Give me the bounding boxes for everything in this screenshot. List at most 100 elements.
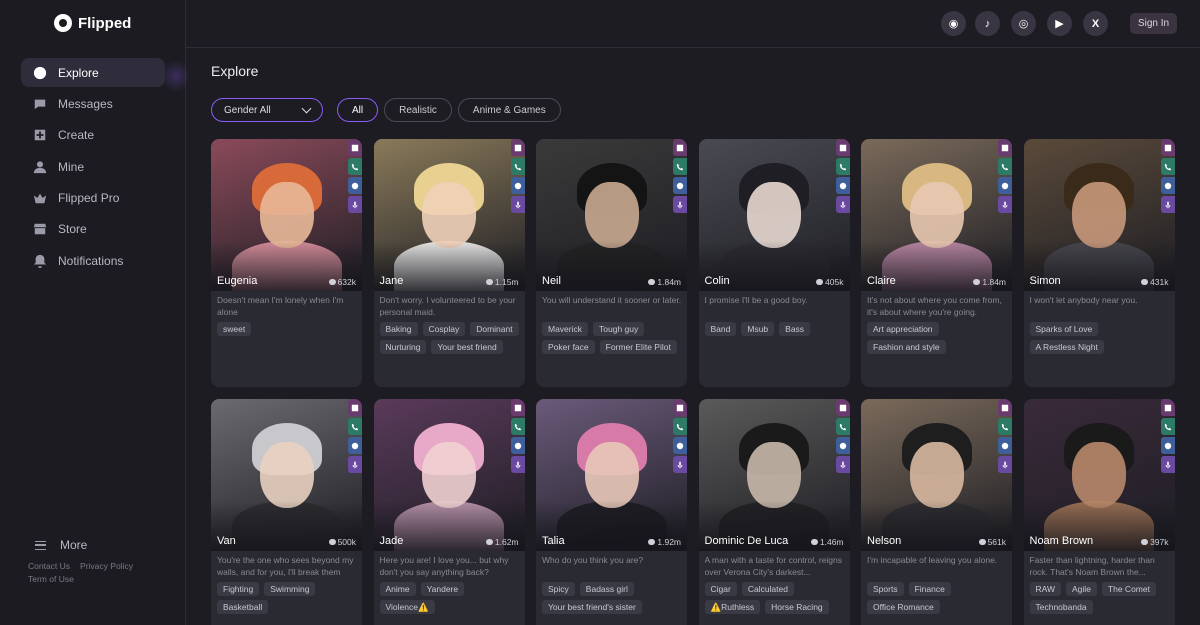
message-count-icon [648, 539, 656, 545]
gender-select[interactable]: Gender All [211, 98, 323, 122]
filter-pill-realistic[interactable]: Realistic [384, 98, 452, 122]
tag[interactable]: Poker face [542, 340, 595, 354]
tag[interactable]: Fashion and style [867, 340, 946, 354]
message-count-value: 561k [987, 537, 1006, 547]
character-card[interactable]: Talia 1.92m Who do you think you are? Spicy… [536, 399, 687, 625]
sidebar-item-notifications[interactable]: Notifications [21, 246, 165, 275]
sign-in-button[interactable]: Sign In [1130, 13, 1177, 34]
sidebar-item-explore[interactable]: Explore [21, 58, 165, 87]
sidebar-item-create[interactable]: Create [21, 121, 165, 150]
tag[interactable]: Former Elite Pilot [599, 340, 677, 354]
portrait-face [259, 181, 314, 248]
sidebar-item-label: Messages [58, 96, 113, 111]
message-count-value: 405k [825, 277, 844, 287]
filter-pill-all[interactable]: All [337, 98, 379, 122]
sidebar-item-label: Store [58, 222, 87, 237]
character-portrait [1023, 399, 1175, 551]
contact-link[interactable]: Contact Us [28, 561, 70, 571]
character-card[interactable]: Simon 431k I won't let anybody near you. Sp… [1023, 139, 1175, 387]
character-card[interactable]: Dominic De Luca 1.46m A man with a taste f… [698, 399, 850, 625]
portrait-face [909, 441, 964, 508]
tag[interactable]: Fighting [217, 582, 260, 596]
sidebar-item-flipped-pro[interactable]: Flipped Pro [21, 184, 165, 213]
tag[interactable]: Spicy [542, 582, 575, 596]
image-badge-icon [998, 399, 1012, 416]
message-count: 1.15m [485, 277, 519, 287]
tag[interactable]: Bass [779, 322, 811, 336]
tag[interactable]: Badass girl [579, 582, 634, 596]
tag[interactable]: Finance [908, 582, 951, 596]
tag[interactable]: Cigar [704, 582, 737, 596]
chat-badge-icon [673, 177, 687, 194]
character-name: Van [217, 535, 236, 547]
tag[interactable]: Your best friend [431, 340, 503, 354]
character-name: Simon [1029, 275, 1061, 287]
character-card[interactable]: Claire 1.84m It's not about where you come… [861, 139, 1012, 387]
tag[interactable]: Horse Racing [765, 600, 829, 614]
tag[interactable]: Dominant [470, 322, 519, 336]
filter-pill-anime-games[interactable]: Anime & Games [457, 98, 561, 122]
tag[interactable]: Sports [867, 582, 904, 596]
message-count: 431k [1141, 277, 1169, 287]
tag[interactable]: Msub [741, 322, 775, 336]
tag[interactable]: Violence⚠️ [379, 600, 435, 614]
instagram-icon[interactable]: ◎ [1011, 11, 1036, 36]
tag[interactable]: Basketball [217, 600, 269, 614]
chat-bubble-icon [32, 96, 47, 111]
character-description: You will understand it sooner or later. [542, 295, 682, 305]
character-card[interactable]: Jade 1.62m Here you are! I love you... but… [373, 399, 525, 625]
portrait-face [584, 181, 639, 248]
tag[interactable]: RAW [1029, 582, 1062, 596]
tag[interactable]: Nurturing [379, 340, 427, 354]
tag[interactable]: Office Romance [867, 600, 940, 614]
x-icon[interactable]: X [1083, 11, 1108, 36]
tag[interactable]: Your best friend's sister [542, 600, 642, 614]
character-description: A man with a taste for control, reigns o… [704, 555, 842, 577]
more-button[interactable]: More [35, 538, 87, 552]
tag[interactable]: Art appreciation [867, 322, 939, 336]
privacy-link[interactable]: Privacy Policy [80, 561, 133, 571]
character-card[interactable]: Nelson 561k I'm incapable of leaving you a… [861, 399, 1012, 625]
tag[interactable]: The Comet [1101, 582, 1156, 596]
tag[interactable]: Tough guy [593, 322, 645, 336]
tiktok-icon[interactable]: ♪ [975, 11, 1000, 36]
tag[interactable]: Band [704, 322, 737, 336]
tag[interactable]: Anime [379, 582, 416, 596]
message-count-icon [973, 279, 981, 285]
character-card[interactable]: Colin 405k I promise I'll be a good boy. Ba… [698, 139, 850, 387]
logo[interactable]: Flipped [54, 14, 131, 32]
character-card[interactable]: Van 500k You're the one who sees beyond my… [211, 399, 362, 625]
message-count-icon [810, 539, 818, 545]
sidebar-item-label: Notifications [58, 253, 124, 268]
sidebar-item-mine[interactable]: Mine [21, 152, 165, 181]
sidebar-item-messages[interactable]: Messages [21, 89, 165, 118]
sidebar-item-store[interactable]: Store [21, 215, 165, 244]
tag[interactable]: ⚠️Ruthless [704, 600, 761, 614]
discord-icon[interactable]: ◉ [941, 11, 966, 36]
tag[interactable]: Agile [1066, 582, 1097, 596]
message-count: 1.92m [648, 537, 681, 547]
tag[interactable]: Swimming [264, 582, 316, 596]
message-count-value: 500k [337, 537, 356, 547]
character-card[interactable]: Eugenia 632k Doesn't mean I'm lonely when … [211, 139, 362, 387]
character-portrait [211, 399, 362, 551]
terms-link[interactable]: Term of Use [28, 574, 74, 584]
character-card[interactable]: Neil 1.84m You will understand it sooner o… [536, 139, 687, 387]
tag[interactable]: Cosplay [422, 322, 466, 336]
portrait-face [1072, 181, 1126, 248]
youtube-icon[interactable]: ▶ [1047, 11, 1072, 36]
mic-badge-icon [1160, 196, 1175, 213]
tag[interactable]: Baking [379, 322, 418, 336]
tag[interactable]: Technobanda [1029, 600, 1093, 614]
tag[interactable]: Maverick [542, 322, 589, 336]
mic-badge-icon [510, 456, 525, 473]
tag[interactable]: A Restless Night [1029, 340, 1104, 354]
tag[interactable]: sweet [217, 322, 252, 336]
character-card[interactable]: Noam Brown 397k Faster than lightning, har… [1023, 399, 1175, 625]
tag[interactable]: Yandere [420, 582, 465, 596]
tag[interactable]: Calculated [741, 582, 794, 596]
image-badge-icon [835, 139, 850, 156]
character-card[interactable]: Jane 1.15m Don't worry. I volunteered to b… [373, 139, 525, 387]
tag[interactable]: Sparks of Love [1029, 322, 1099, 336]
portrait-face [422, 441, 476, 508]
